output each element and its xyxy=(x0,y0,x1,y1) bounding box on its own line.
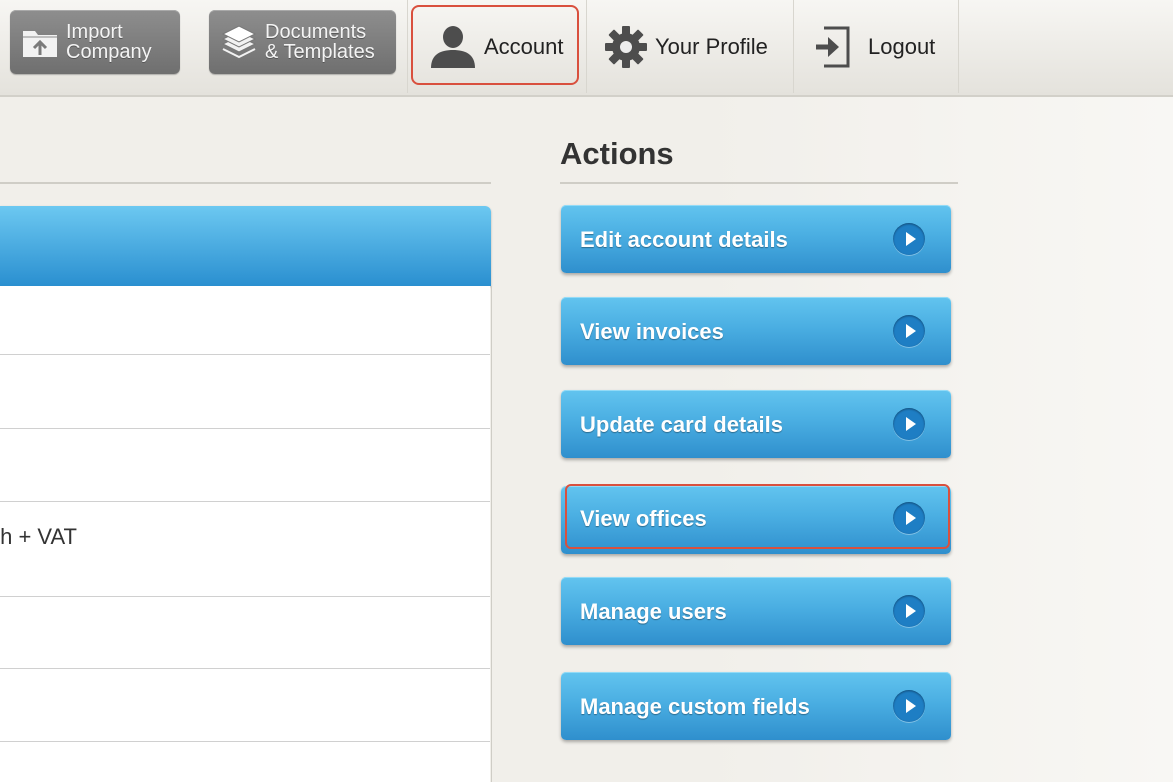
actions-divider xyxy=(560,182,958,184)
list-item xyxy=(0,286,490,355)
arrow-right-icon xyxy=(893,690,925,722)
documents-templates-button[interactable]: Documents & Templates xyxy=(209,10,396,74)
update-card-details-button[interactable]: Update card details xyxy=(561,390,951,458)
action-label: Manage users xyxy=(580,599,727,624)
arrow-right-icon xyxy=(893,595,925,627)
list-item xyxy=(0,429,490,502)
view-invoices-button[interactable]: View invoices xyxy=(561,297,951,365)
action-label: Edit account details xyxy=(580,227,788,252)
action-label: Update card details xyxy=(580,412,783,437)
list-item xyxy=(0,355,490,429)
edit-account-details-button[interactable]: Edit account details xyxy=(561,205,951,273)
account-highlight-box xyxy=(411,5,579,85)
account-details-panel: th + VAT xyxy=(0,182,492,782)
list-item xyxy=(0,597,490,669)
list-item-text: th + VAT xyxy=(0,524,77,549)
list-item: th + VAT xyxy=(0,502,490,597)
tab-logout[interactable]: Logout xyxy=(793,0,959,93)
action-label: Manage custom fields xyxy=(580,694,810,719)
document-stack-icon xyxy=(217,24,261,60)
arrow-right-icon xyxy=(893,502,925,534)
arrow-right-icon xyxy=(893,315,925,347)
list-item xyxy=(0,669,490,742)
documents-line1: Documents xyxy=(265,21,367,43)
list-item xyxy=(0,742,490,782)
action-label: View offices xyxy=(580,506,707,531)
tab-your-profile-label: Your Profile xyxy=(655,33,768,59)
actions-heading: Actions xyxy=(560,136,674,171)
arrow-right-icon xyxy=(893,223,925,255)
import-company-line1: Import xyxy=(66,21,123,43)
documents-line2: & Templates xyxy=(265,41,375,63)
tab-your-profile[interactable]: Your Profile xyxy=(586,0,794,93)
account-details-list: th + VAT xyxy=(0,286,492,782)
account-details-header xyxy=(0,206,491,286)
action-label: View invoices xyxy=(580,319,724,344)
manage-users-button[interactable]: Manage users xyxy=(561,577,951,645)
tab-account[interactable]: Account xyxy=(407,0,587,93)
gear-icon xyxy=(603,24,649,70)
tab-logout-label: Logout xyxy=(868,33,936,59)
import-company-button[interactable]: Import Company xyxy=(10,10,180,74)
top-toolbar: Import Company Documents & Templates Acc… xyxy=(0,0,1173,97)
logout-icon xyxy=(814,24,854,70)
manage-custom-fields-button[interactable]: Manage custom fields xyxy=(561,672,951,740)
arrow-right-icon xyxy=(893,408,925,440)
folder-upload-icon xyxy=(18,25,62,59)
view-offices-button[interactable]: View offices xyxy=(561,484,951,554)
import-company-line2: Company xyxy=(66,41,152,63)
